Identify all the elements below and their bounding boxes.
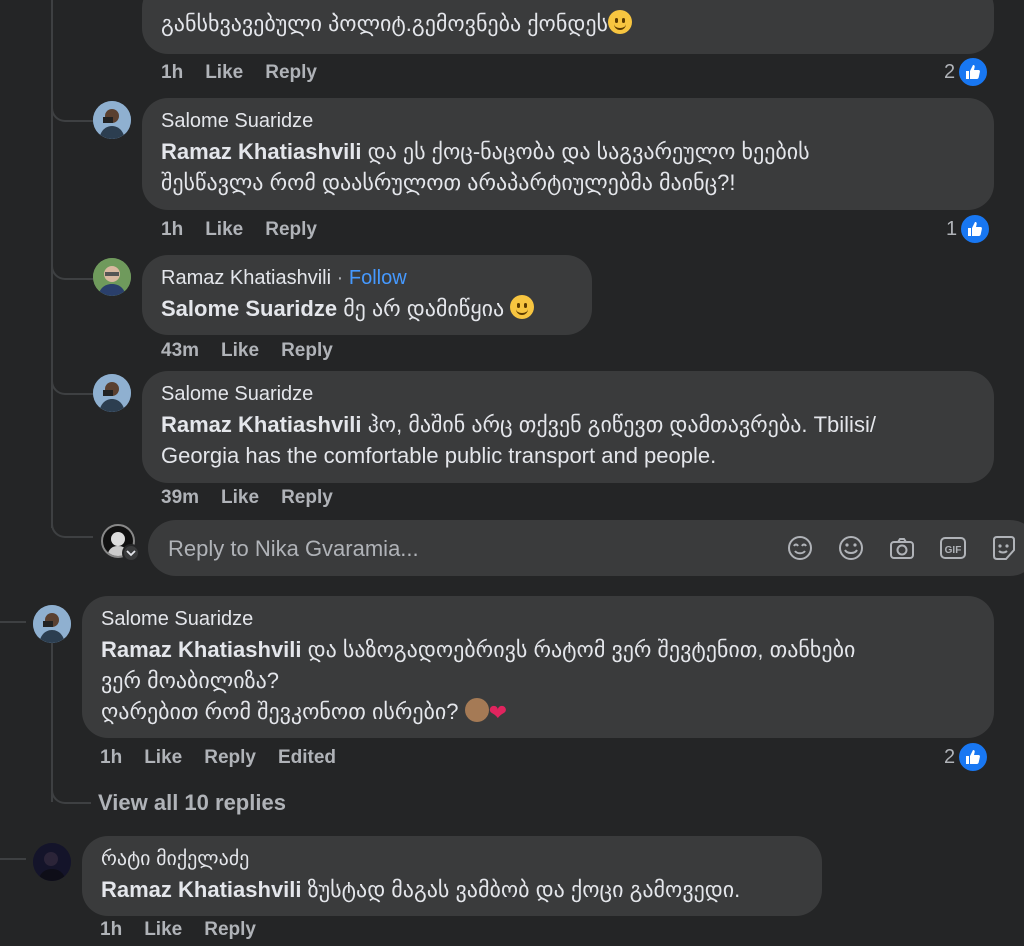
like-button[interactable]: Like xyxy=(221,340,259,361)
comment-actions: 43m Like Reply xyxy=(161,340,355,362)
like-button[interactable]: Like xyxy=(221,487,259,508)
comment-bubble: Ramaz Khatiashvili · Follow Salome Suari… xyxy=(142,255,592,335)
reply-input[interactable] xyxy=(166,520,730,578)
comment-actions: 39m Like Reply xyxy=(161,487,355,509)
smirk-emoji-icon xyxy=(608,10,633,34)
dot-separator: · xyxy=(336,267,344,289)
comment-time[interactable]: 1h xyxy=(100,919,122,940)
thread-connector xyxy=(51,240,93,280)
reply-button[interactable]: Reply xyxy=(281,340,333,361)
comment-time[interactable]: 39m xyxy=(161,487,199,508)
mention-link[interactable]: Ramaz Khatiashvili xyxy=(101,877,302,902)
comment-text: ღარებით რომ შევკონოთ ისრები? xyxy=(101,699,465,724)
edited-label: Edited xyxy=(277,747,337,768)
like-button[interactable]: Like xyxy=(144,919,182,940)
comment-author[interactable]: რატი მიქელაძე xyxy=(101,844,804,874)
comment-actions: 1h Like Reply xyxy=(161,219,339,241)
comment-text: Georgia has the comfortable public trans… xyxy=(161,443,717,468)
avatar[interactable] xyxy=(93,258,131,296)
thread-connector xyxy=(0,621,26,623)
reply-button[interactable]: Reply xyxy=(265,219,317,240)
comment-time[interactable]: 1h xyxy=(100,747,122,768)
reaction-count-number: 2 xyxy=(944,60,956,83)
mention-link[interactable]: Ramaz Khatiashvili xyxy=(101,637,302,662)
comment-bubble: განსხვავებული პოლიტ.გემოვნება ქონდეს xyxy=(142,0,994,54)
comment-text: და საზოგადოებრივს რატომ ვერ შევტენით, თა… xyxy=(301,637,856,662)
avatar[interactable] xyxy=(33,605,71,643)
sticker-icon[interactable] xyxy=(990,534,1018,562)
comment-author[interactable]: Salome Suaridze xyxy=(101,604,976,634)
comment-bubble: რატი მიქელაძე Ramaz Khatiashvili ზუსტად … xyxy=(82,836,822,916)
reply-button[interactable]: Reply xyxy=(281,487,333,508)
comment-author[interactable]: Salome Suaridze xyxy=(161,379,976,409)
comment-text: ჰო, მაშინ არც თქვენ გიწევთ დამთავრება. T… xyxy=(361,412,876,437)
reaction-count[interactable]: 2 xyxy=(944,56,990,88)
smile-emoji-icon xyxy=(510,295,535,319)
comment-bubble: Salome Suaridze Ramaz Khatiashvili და ეს… xyxy=(142,98,994,210)
comment-bubble: Salome Suaridze Ramaz Khatiashvili და სა… xyxy=(82,596,994,738)
chevron-down-icon[interactable] xyxy=(122,544,140,562)
thread-connector xyxy=(51,360,93,395)
thread-connector xyxy=(51,0,93,122)
see-no-evil-monkey-emoji-icon xyxy=(464,698,489,722)
comment-time[interactable]: 1h xyxy=(161,219,183,240)
comment-time[interactable]: 43m xyxy=(161,340,199,361)
reply-button[interactable]: Reply xyxy=(265,62,317,83)
reply-button[interactable]: Reply xyxy=(204,919,256,940)
follow-button[interactable]: Follow xyxy=(349,267,407,289)
like-button[interactable]: Like xyxy=(205,62,243,83)
view-all-replies-link[interactable]: View all 10 replies xyxy=(98,790,286,816)
mention-link[interactable]: Ramaz Khatiashvili xyxy=(161,139,362,164)
comment-time[interactable]: 1h xyxy=(161,62,183,83)
like-button[interactable]: Like xyxy=(144,747,182,768)
comment-author[interactable]: Salome Suaridze xyxy=(161,106,976,136)
thread-connector xyxy=(0,858,26,860)
reply-composer: GIF xyxy=(148,520,1024,578)
emoji-icon[interactable] xyxy=(837,534,865,562)
comment-text: განსხვავებული პოლიტ.გემოვნება ქონდეს xyxy=(161,11,609,36)
avatar[interactable] xyxy=(33,843,71,881)
avatar-sticker-icon[interactable] xyxy=(786,534,814,562)
thread-connector xyxy=(51,500,93,538)
comment-text: მე არ დამიწყია xyxy=(337,296,511,321)
comment-actions: 1h Like Reply xyxy=(100,919,278,941)
reaction-count[interactable]: 2 xyxy=(944,741,990,773)
comment-actions: 1h Like Reply Edited xyxy=(100,747,358,769)
mention-link[interactable]: Ramaz Khatiashvili xyxy=(161,412,362,437)
like-icon xyxy=(959,213,992,245)
like-icon xyxy=(957,741,990,773)
heart-emoji-icon: ❤ xyxy=(488,700,508,725)
comment-text: და ეს ქოც-ნაცობა და საგვარეულო ხეების xyxy=(361,139,810,164)
camera-icon[interactable] xyxy=(888,534,916,562)
like-icon xyxy=(957,56,990,88)
thread-line-secondary xyxy=(51,642,53,802)
reaction-count[interactable]: 1 xyxy=(946,213,992,245)
reaction-count-number: 1 xyxy=(946,217,958,240)
avatar[interactable] xyxy=(93,101,131,139)
mention-link[interactable]: Salome Suaridze xyxy=(161,296,337,321)
like-button[interactable]: Like xyxy=(205,219,243,240)
reply-button[interactable]: Reply xyxy=(204,747,256,768)
avatar[interactable] xyxy=(93,374,131,412)
gif-icon[interactable]: GIF xyxy=(939,534,967,562)
comment-text: შესწავლა რომ დაასრულოთ არაპარტიულებმა მა… xyxy=(161,170,736,195)
comment-text: ზუსტად მაგას ვამბობ და ქოცი გამოვედი. xyxy=(301,877,741,902)
comment-actions: 1h Like Reply xyxy=(161,62,339,84)
comment-bubble: Salome Suaridze Ramaz Khatiashvili ჰო, მ… xyxy=(142,371,994,483)
svg-text:GIF: GIF xyxy=(945,545,962,556)
comment-text: ვერ მოაბილიზა? xyxy=(101,668,280,693)
thread-connector xyxy=(51,780,91,804)
reaction-count-number: 2 xyxy=(944,745,956,768)
comment-author[interactable]: Ramaz Khatiashvili xyxy=(161,267,331,289)
